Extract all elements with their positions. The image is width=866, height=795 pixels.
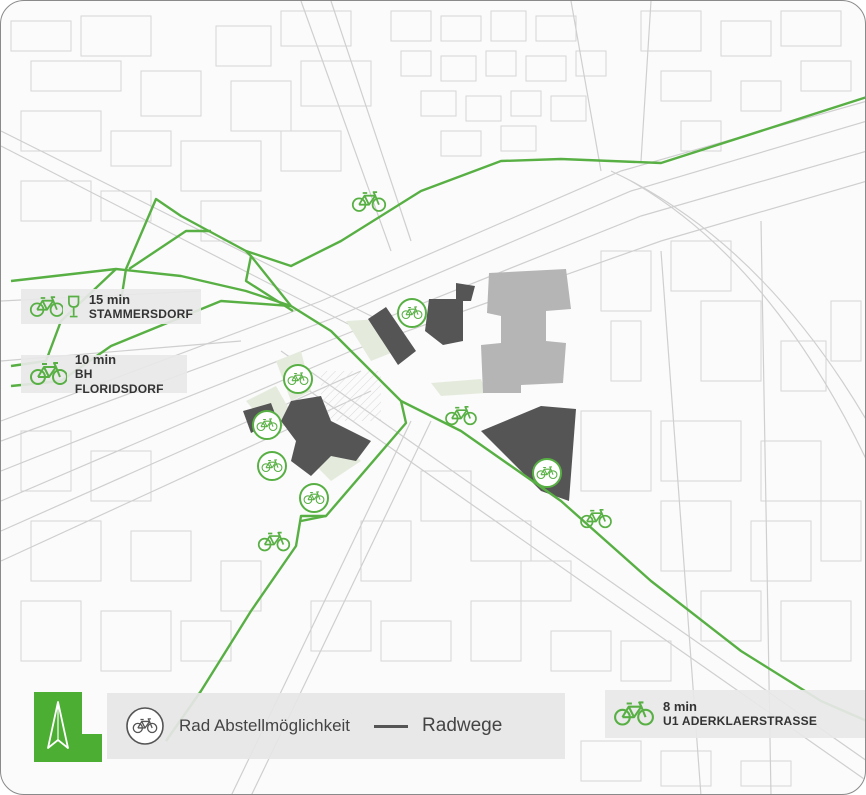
legend-route-label: Radwege bbox=[422, 715, 503, 736]
map-frame[interactable]: 15 min STAMMERSDORF 10 min BH FLORIDSDOR… bbox=[0, 0, 866, 795]
travel-time: 10 min bbox=[74, 351, 117, 367]
destination-bh-floridsdorf: 10 min BH FLORIDSDORF bbox=[21, 351, 187, 396]
bicycle-icon bbox=[30, 362, 67, 385]
grey-buildings bbox=[481, 269, 571, 393]
bike-parking-icon bbox=[126, 707, 164, 745]
wine-glass-icon bbox=[68, 295, 80, 317]
map-legend: Rad Abstellmöglichkeit Radwege bbox=[107, 693, 565, 759]
destination-name: U1 ADERKLAERSTRASSE bbox=[663, 714, 818, 728]
platform-area bbox=[321, 371, 381, 421]
travel-time: 15 min bbox=[88, 291, 131, 307]
travel-time: 8 min bbox=[663, 699, 697, 714]
bicycle-icon bbox=[29, 295, 64, 317]
destination-name: BH FLORIDSDORF bbox=[74, 366, 164, 396]
map-canvas[interactable] bbox=[1, 1, 866, 795]
bicycle-icon bbox=[614, 701, 654, 726]
destination-stammersdorf: 15 min STAMMERSDORF bbox=[21, 289, 201, 324]
city-blocks bbox=[10, 10, 862, 787]
bike-routes bbox=[10, 96, 865, 742]
road-network bbox=[1, 1, 865, 794]
north-arrow-icon bbox=[34, 692, 102, 762]
legend-parking-label: Rad Abstellmöglichkeit bbox=[179, 716, 351, 735]
destination-name: STAMMERSDORF bbox=[88, 306, 193, 321]
route-line-swatch bbox=[374, 724, 409, 728]
destination-u1-aderklaerstrasse: 8 min U1 ADERKLAERSTRASSE bbox=[605, 690, 865, 738]
